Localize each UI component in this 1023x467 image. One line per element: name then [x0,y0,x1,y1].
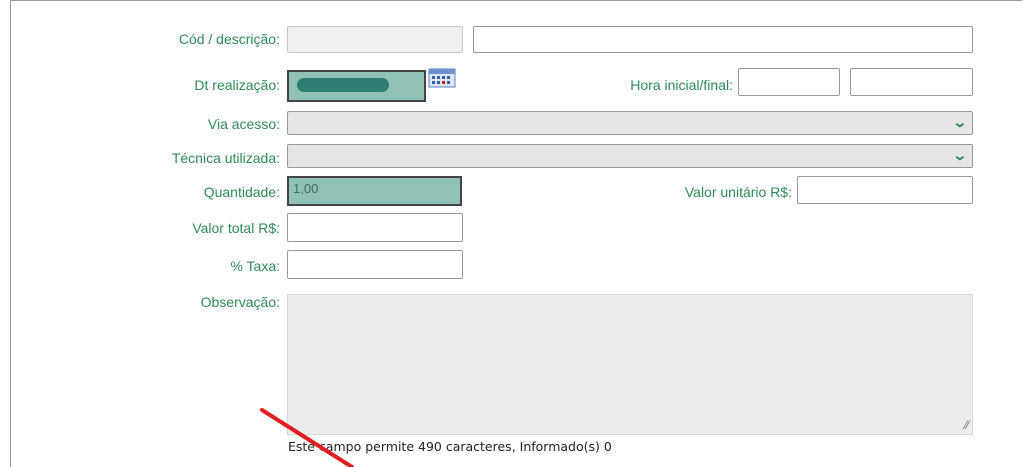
redacted-date-value [297,78,389,92]
valor-unitario-input[interactable] [797,176,973,204]
valor-unitario-label: Valor unitário R$: [684,184,792,200]
tecnica-select[interactable]: ⌄ [287,144,973,168]
observacao-textarea[interactable]: ⁄⁄ [287,294,973,435]
hora-label: Hora inicial/final: [630,77,733,93]
valor-total-input[interactable] [287,213,463,242]
valor-total-label: Valor total R$: [192,220,280,236]
taxa-label: % Taxa: [230,258,280,274]
descricao-input[interactable] [473,26,973,53]
hora-final-input[interactable] [850,68,973,96]
hora-inicial-input[interactable] [738,68,840,96]
cod-descricao-label: Cód / descrição: [178,31,280,47]
resize-handle-icon[interactable]: ⁄⁄ [965,418,969,432]
codigo-input[interactable] [287,26,463,53]
via-acesso-label: Via acesso: [207,116,280,132]
calendar-icon[interactable] [428,68,456,88]
observacao-label: Observação: [200,294,280,310]
chevron-down-icon: ⌄ [952,147,968,163]
chevron-down-icon: ⌄ [952,114,968,130]
quantidade-input[interactable]: 1,00 [287,176,462,206]
character-counter: Este campo permite 490 caracteres, Infor… [288,439,612,454]
tecnica-label: Técnica utilizada: [171,150,280,166]
dt-realizacao-label: Dt realização: [194,77,280,93]
taxa-input[interactable] [287,250,463,279]
via-acesso-select[interactable]: ⌄ [287,111,973,135]
quantidade-label: Quantidade: [203,184,280,200]
dt-realizacao-input[interactable] [287,70,426,102]
